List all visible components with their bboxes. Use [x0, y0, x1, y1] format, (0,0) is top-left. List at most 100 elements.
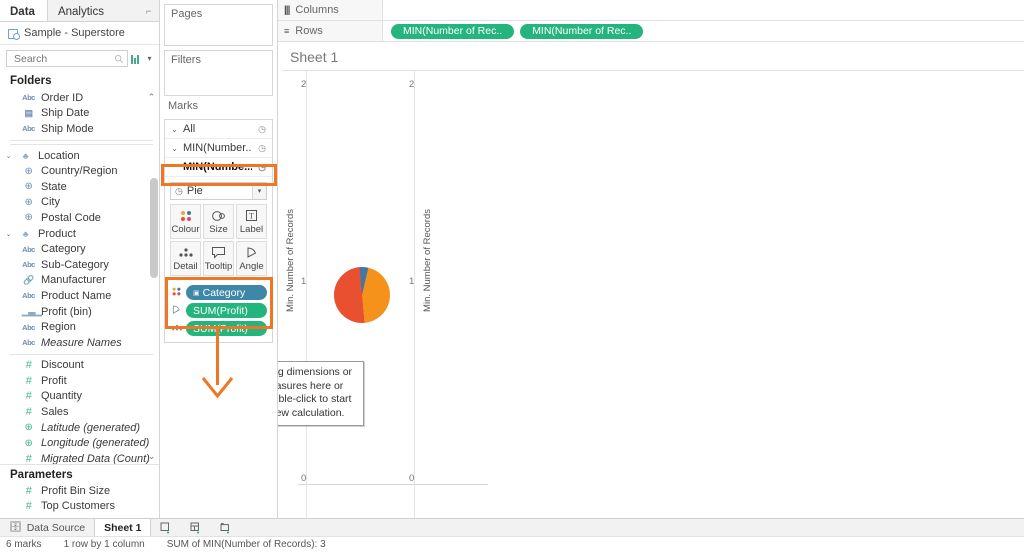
pill-category[interactable]: ▣ Category — [186, 285, 267, 300]
marks-button-detail[interactable]: Detail — [170, 241, 201, 276]
columns-shelf-area[interactable] — [383, 0, 1024, 20]
new-story-button[interactable] — [211, 519, 241, 536]
axis-1-title: Min. Number of Records — [285, 209, 296, 312]
rows-shelf-pill-0[interactable]: MIN(Number of Rec.. — [391, 23, 515, 39]
tabs-spacer: ⌐ — [115, 0, 159, 21]
field-item-postal-code[interactable]: ⊕ Postal Code — [0, 210, 159, 226]
parameter-item-profit-bin-size[interactable]: # Profit Bin Size — [0, 483, 159, 499]
page-title: Sheet 1 — [282, 42, 1024, 71]
bin-icon: ▁▃▁ — [22, 306, 42, 317]
parameter-label: Profit Bin Size — [41, 484, 111, 497]
rows-shelf[interactable]: ≡ Rows MIN(Number of Rec.. MIN(Number of … — [278, 21, 1024, 42]
marks-button-colour[interactable]: Colour — [170, 204, 201, 239]
field-item-order-id[interactable]: Abc Order ID — [0, 90, 159, 106]
marks-button-size[interactable]: Size — [203, 204, 234, 239]
pin-icon[interactable]: ⌐ — [146, 7, 152, 16]
marks-button-label: Angle — [239, 261, 264, 272]
marks-card-row-label: All — [183, 123, 196, 135]
field-label: Latitude (generated) — [41, 421, 141, 434]
rows-shelf-area[interactable]: MIN(Number of Rec.. MIN(Number of Rec.. — [383, 21, 1024, 41]
chevron-down-icon[interactable]: ⌄ — [4, 152, 13, 160]
field-label: Product — [38, 227, 76, 240]
field-item-location[interactable]: ⌄ ♣ Location — [0, 148, 159, 164]
field-label: Order ID — [41, 91, 84, 104]
field-label: Sales — [41, 406, 69, 419]
chevron-down-icon[interactable]: ▾ — [145, 54, 154, 63]
geo-measure-icon: ⊕ — [24, 422, 33, 434]
marks-button-tooltip[interactable]: Tooltip — [203, 241, 234, 276]
tab-analytics[interactable]: Analytics — [48, 0, 116, 21]
field-item-state[interactable]: ⊕ State — [0, 179, 159, 195]
field-item-migrated-data-count[interactable]: # Migrated Data (Count) — [0, 451, 159, 464]
field-item-ship-date[interactable]: ▤ Ship Date — [0, 106, 159, 122]
field-item-quantity[interactable]: # Quantity — [0, 389, 159, 405]
abc-icon: Abc — [22, 93, 35, 103]
new-dashboard-button[interactable] — [181, 519, 211, 536]
field-item-measure-names[interactable]: Abc Measure Names — [0, 335, 159, 351]
field-item-region[interactable]: Abc Region — [0, 319, 159, 335]
field-list-scrollbar[interactable] — [150, 178, 158, 278]
chevron-down-icon[interactable]: ⌄ — [4, 230, 13, 238]
chevron-down-icon[interactable]: ⌄ — [170, 144, 179, 153]
search-box[interactable] — [6, 50, 128, 67]
field-list[interactable]: Abc Order ID ▤ Ship Date Abc Ship Mode ⌄ ♣ Locat… — [0, 90, 159, 464]
hash-icon: # — [25, 500, 32, 513]
marks-card-row-1[interactable]: ⌄ MIN(Number... ◷ — [165, 139, 272, 158]
field-item-sub-category[interactable]: Abc Sub-Category — [0, 257, 159, 273]
group-by-icon[interactable] — [131, 53, 142, 64]
marks-button-label[interactable]: T Label — [236, 204, 267, 239]
abc-icon: Abc — [22, 322, 35, 332]
pill-sum-profit[interactable]: SUM(Profit) — [186, 303, 267, 318]
field-item-latitude-generated[interactable]: ⊕ Latitude (generated) — [0, 420, 159, 436]
field-item-discount[interactable]: # Discount — [0, 358, 159, 374]
new-worksheet-icon — [160, 522, 170, 533]
field-item-country-region[interactable]: ⊕ Country/Region — [0, 163, 159, 179]
tab-data-source[interactable]: 🗄 Data Source — [0, 519, 94, 536]
chevron-down-icon[interactable]: ⌄ — [170, 125, 179, 134]
folder-icon: ♣ — [22, 228, 29, 239]
parameter-item-top-customers[interactable]: # Top Customers — [0, 498, 159, 514]
abc-icon: Abc — [22, 291, 35, 301]
pill-sum-profit[interactable]: SUM(Profit) — [186, 321, 267, 336]
new-dashboard-icon — [190, 522, 200, 533]
marks-card-row-2[interactable]: ⌃ MIN(Numbe... ◷ — [165, 158, 272, 177]
marks-button-angle[interactable]: Angle — [236, 241, 267, 276]
field-item-profit-bin[interactable]: ▁▃▁ Profit (bin) — [0, 304, 159, 320]
filters-card[interactable]: Filters — [164, 50, 273, 96]
field-label: Product Name — [41, 289, 112, 302]
plot-area[interactable]: 2 1 0 Min. Number of Records 2 1 0 Min. … — [278, 71, 1024, 518]
datasource-icon: 🗄 — [9, 522, 22, 533]
mark-type-selector[interactable]: ◷ Pie ▾ — [170, 182, 267, 200]
pie-icon: ◷ — [258, 161, 266, 172]
field-item-manufacturer[interactable]: 🔗 Manufacturer — [0, 273, 159, 289]
field-item-category[interactable]: Abc Category — [0, 241, 159, 257]
rows-shelf-pill-1[interactable]: MIN(Number of Rec.. — [520, 23, 644, 39]
tab-data[interactable]: Data — [0, 0, 48, 21]
field-list-scroll-down[interactable]: ⌄ — [146, 451, 157, 462]
hash-icon: # — [25, 406, 32, 419]
field-label: Region — [41, 321, 76, 334]
field-item-profit[interactable]: # Profit — [0, 373, 159, 389]
pie-chart-mark[interactable] — [334, 267, 390, 323]
field-label: Ship Date — [41, 107, 90, 120]
marks-card-row-label: MIN(Numbe... — [183, 161, 252, 173]
chevron-up-icon[interactable]: ⌃ — [170, 163, 179, 172]
columns-shelf[interactable]: ||| Columns — [278, 0, 1024, 21]
field-list-scroll-up[interactable]: ⌃ — [146, 92, 157, 103]
pages-card[interactable]: Pages — [164, 4, 273, 46]
field-item-product-name[interactable]: Abc Product Name — [0, 288, 159, 304]
field-item-sales[interactable]: # Sales — [0, 404, 159, 420]
chevron-down-icon[interactable]: ▾ — [252, 183, 266, 199]
field-item-ship-mode[interactable]: Abc Ship Mode — [0, 121, 159, 137]
search-input[interactable] — [12, 51, 114, 66]
cards-column: Pages Filters Marks ⌄ All ◷ ⌄ MIN(Number... ◷… — [160, 0, 278, 518]
chart-canvas[interactable]: Sheet 1 2 1 0 Min. Number of Records 2 1… — [278, 42, 1024, 518]
colour-icon — [179, 208, 193, 223]
field-item-longitude-generated[interactable]: ⊕ Longitude (generated) — [0, 435, 159, 451]
marks-card-row-0[interactable]: ⌄ All ◷ — [165, 120, 272, 139]
new-worksheet-button[interactable] — [151, 519, 181, 536]
field-item-city[interactable]: ⊕ City — [0, 195, 159, 211]
tab-sheet-1[interactable]: Sheet 1 — [94, 519, 152, 536]
field-item-product[interactable]: ⌄ ♣ Product — [0, 226, 159, 242]
datasource-row[interactable]: Sample - Superstore — [0, 22, 159, 45]
